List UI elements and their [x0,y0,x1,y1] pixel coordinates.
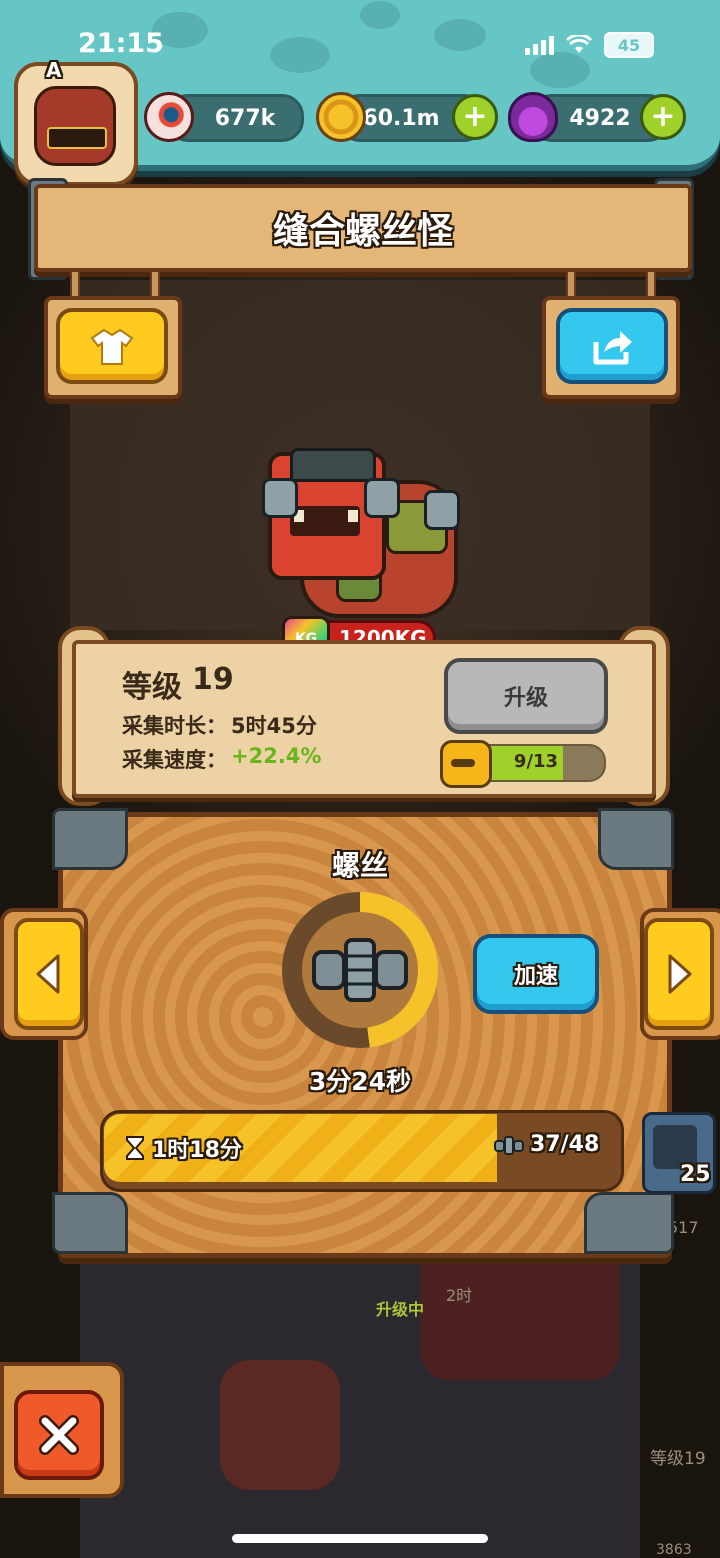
collection-count-value: 37/48 [530,1132,600,1157]
lower-room-monster [220,1360,340,1490]
collection-remaining: 1时18分 [124,1132,242,1164]
home-indicator[interactable] [232,1534,488,1543]
screw-small-icon [494,1135,524,1155]
upgrade-button[interactable]: 升级 [444,658,608,734]
collect-duration-label: 采集时长： [122,714,227,738]
skin-button[interactable] [56,308,168,384]
eyes-currency-value: 677k [214,105,276,131]
collect-speed-row: 采集速度： +22.4% [122,744,321,774]
collect-speed-label: 采集速度： [122,748,227,772]
collect-duration-value: 5时45分 [231,714,317,738]
eyeball-icon [144,92,194,142]
board-corner-br [584,1192,674,1254]
share-icon [593,331,632,365]
neck-bolt-back [424,490,460,530]
shirt-icon [90,328,134,365]
avatar-monster-face [34,86,116,166]
lower-time-label: 2时 [446,1286,473,1305]
monster-hair [290,448,376,482]
lower-upgrading-label: 升级中 [376,1300,425,1319]
monster-token-icon [440,740,492,788]
level-value: 19 [192,662,234,697]
collect-speed-value: +22.4% [231,744,322,768]
collect-duration-row: 采集时长： 5时45分 [122,710,317,740]
monster-name: 缝合螺丝怪 [272,211,453,252]
potion-icon [508,92,558,142]
hourglass-icon [126,1136,144,1160]
arrow-right-icon [668,954,692,994]
close-button[interactable] [14,1390,104,1480]
next-monster-button[interactable] [644,918,714,1030]
player-avatar[interactable]: A [14,58,138,186]
production-item-name: 螺丝 [331,849,388,882]
collection-remaining-time: 1时18分 [152,1138,242,1163]
share-button[interactable] [556,308,668,384]
status-time: 21:15 [78,28,164,59]
previous-monster-button[interactable] [14,918,84,1030]
speed-up-button[interactable]: 加速 [473,934,599,1014]
battery-icon: 45 [604,32,654,58]
neck-bolt-left [262,478,298,518]
collection-count: 37/48 [494,1132,599,1157]
monster-name-sign: 缝合螺丝怪 [34,184,692,272]
add-coins-button[interactable]: + [452,94,498,140]
lower-room-curtain [420,1260,620,1380]
level-label: 等级 [122,670,182,705]
production-timer: 3分24秒 [308,1067,412,1096]
close-icon [39,1415,79,1455]
avatar-rank-badge: A [46,58,62,82]
coin-icon [316,92,366,142]
monster-card-count: 25 [680,1162,711,1187]
coins-currency-value: 60.1m [362,105,440,131]
neck-bolt-right [364,478,400,518]
wifi-icon [566,35,592,53]
lower-count-label: 3863 [656,1542,692,1558]
cellular-signal-icon [525,35,554,55]
lower-level-label: 等级19 [650,1449,706,1469]
screw-icon [312,938,408,1002]
board-corner-bl [52,1192,128,1254]
monster-level: 等级 19 [122,662,234,706]
potions-currency-value: 4922 [569,105,631,131]
status-icons: 45 [525,32,654,58]
add-potions-button[interactable]: + [640,94,686,140]
arrow-left-icon [36,954,60,994]
